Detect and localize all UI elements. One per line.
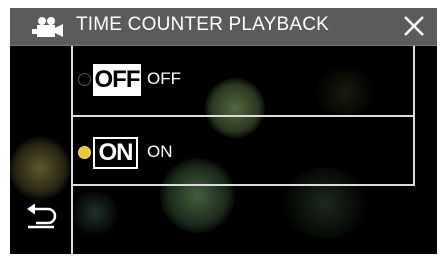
close-icon[interactable] (402, 14, 426, 38)
menu-header: TIME COUNTER PLAYBACK (10, 8, 437, 46)
camera-menu-screen: TIME COUNTER PLAYBACK OFF OFF ON ON (10, 8, 437, 254)
option-label: ON (147, 142, 173, 161)
option-off[interactable]: OFF OFF (73, 44, 413, 115)
radio-unselected-icon (78, 73, 91, 86)
video-camera-icon (32, 17, 63, 37)
option-label: OFF (147, 69, 181, 88)
option-on[interactable]: ON ON (73, 117, 413, 188)
return-arrow-icon[interactable] (24, 203, 58, 229)
radio-selected-icon (78, 146, 91, 159)
off-badge: OFF (93, 64, 141, 96)
background-bokeh (10, 136, 70, 201)
background-bokeh (70, 188, 120, 238)
on-badge: ON (93, 137, 138, 169)
page-title: TIME COUNTER PLAYBACK (76, 14, 329, 35)
